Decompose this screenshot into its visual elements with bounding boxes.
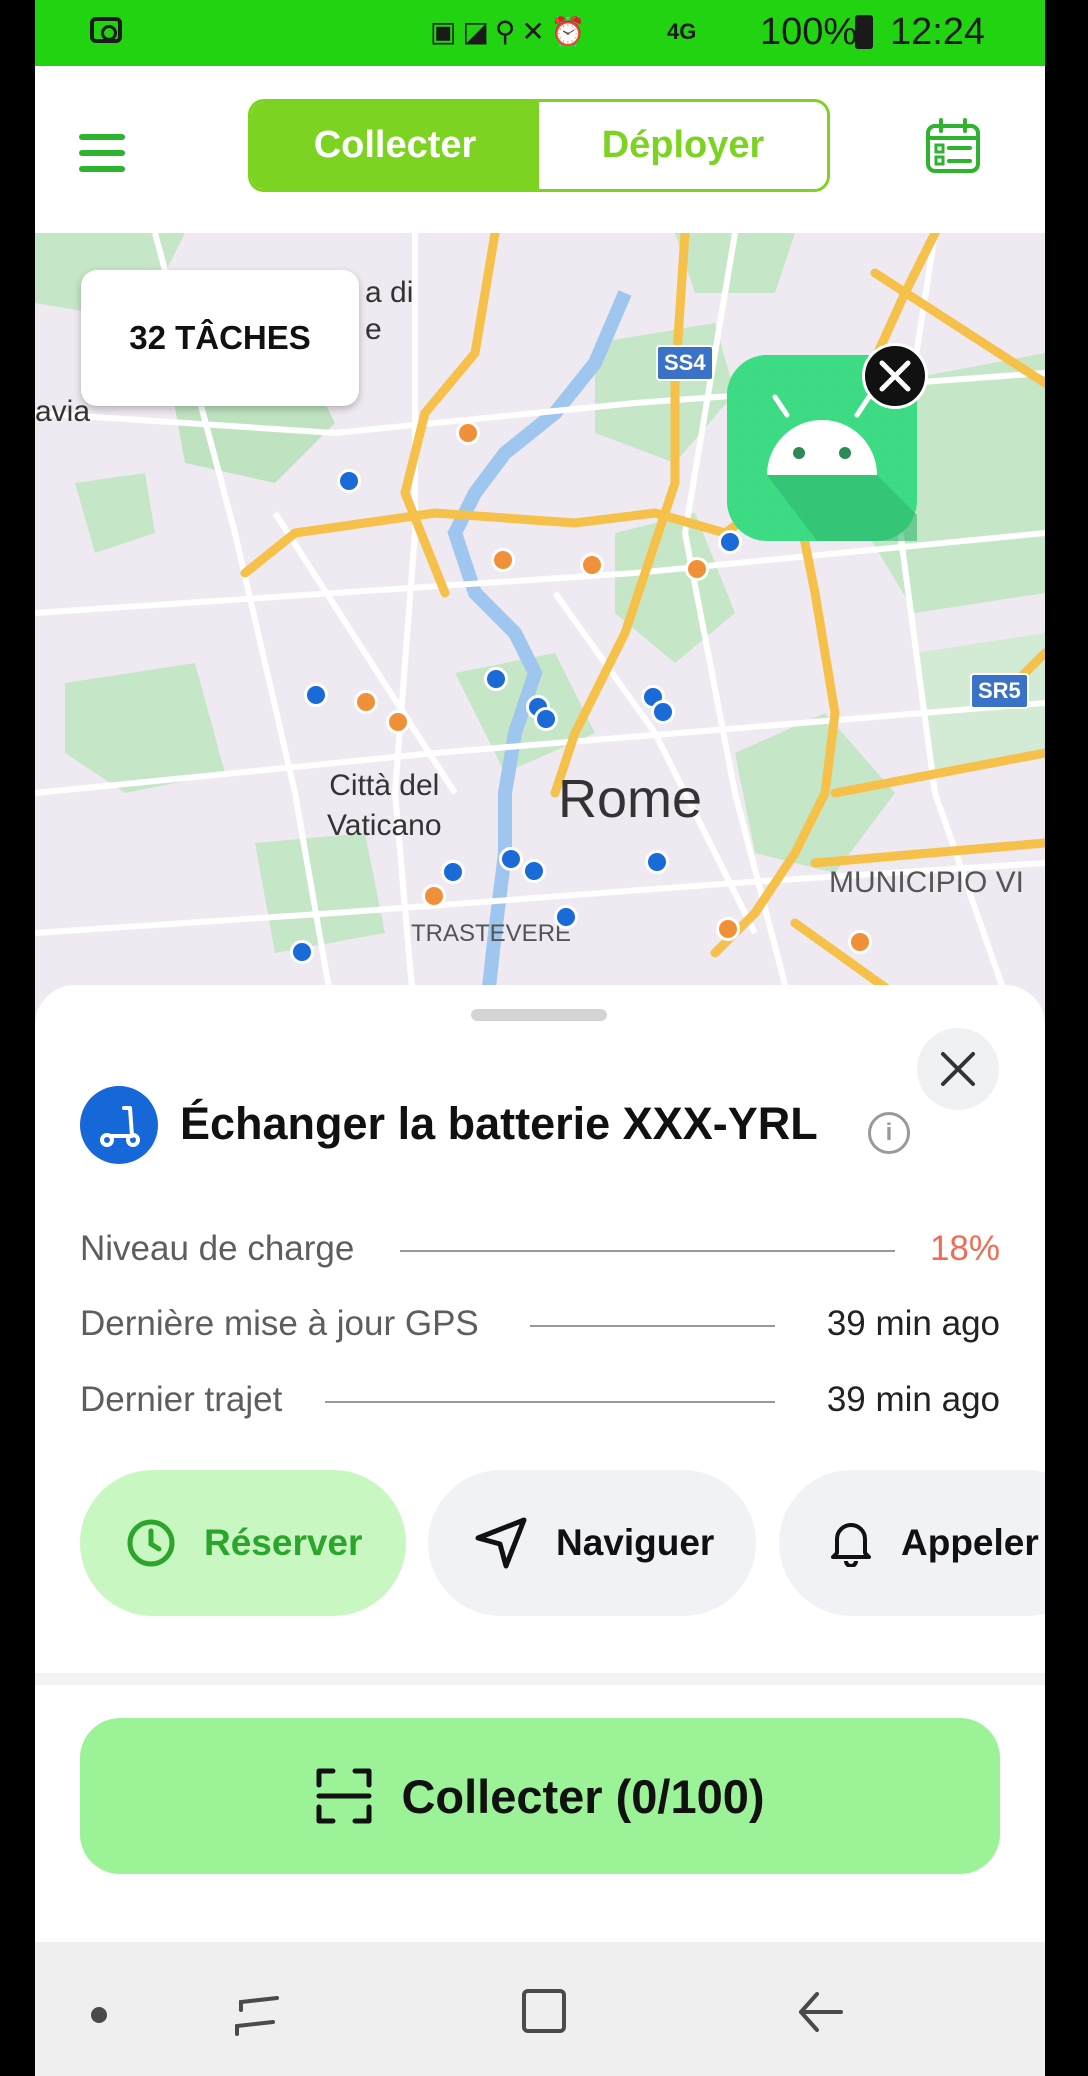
app-screen: ▣◪⚲✕⏰ 4G 100% 12:24 Collecter Déployer a…	[35, 0, 1045, 2076]
recent-apps-icon[interactable]	[233, 1994, 281, 2038]
task-marker[interactable]	[337, 469, 361, 493]
task-marker[interactable]	[304, 683, 328, 707]
info-row-label: Niveau de charge	[80, 1229, 355, 1268]
row-divider-line	[325, 1401, 775, 1403]
network-type: 4G	[667, 19, 697, 44]
task-marker[interactable]	[441, 860, 465, 884]
map-view[interactable]: a di e avia Città del Vaticano Rome TRAS…	[35, 233, 1045, 1023]
sheet-drag-handle[interactable]	[471, 1009, 607, 1021]
bell-icon	[831, 1523, 871, 1567]
close-sheet-button[interactable]	[917, 1028, 999, 1110]
info-row-label: Dernier trajet	[80, 1380, 283, 1419]
task-marker[interactable]	[554, 905, 578, 929]
map-label-municipio: MUNICIPIO VI	[829, 866, 1025, 899]
battery-level: 100%	[760, 11, 858, 53]
reserve-label: Réserver	[204, 1522, 363, 1563]
task-marker[interactable]	[580, 553, 604, 577]
charge-level-value: 18%	[929, 1229, 1000, 1268]
last-trip-value: 39 min ago	[826, 1380, 1000, 1419]
clock-icon	[127, 1519, 175, 1567]
clock: 12:24	[890, 11, 986, 53]
map-label-trastevere: TRASTEVERE	[411, 920, 572, 947]
task-marker[interactable]	[848, 930, 872, 954]
road-shield-ss4: SS4	[656, 345, 714, 381]
gps-update-value: 39 min ago	[826, 1304, 1000, 1343]
close-icon	[941, 1052, 975, 1086]
collect-label: Collecter (0/100)	[401, 1769, 765, 1823]
task-marker[interactable]	[499, 847, 523, 871]
task-marker[interactable]	[522, 859, 546, 883]
calendar-tasks-icon[interactable]	[925, 118, 981, 174]
mode-segmented-control: Collecter Déployer	[248, 99, 830, 192]
collect-button[interactable]: Collecter (0/100)	[80, 1718, 1000, 1874]
road-shield-sr5: SR5	[970, 673, 1029, 709]
task-marker[interactable]	[354, 690, 378, 714]
map-label-partial: a di	[365, 276, 414, 309]
map-label-vatican: Città del Vaticano	[327, 769, 442, 842]
section-divider	[35, 1673, 1045, 1685]
scan-icon	[316, 1768, 372, 1824]
menu-icon[interactable]	[79, 134, 125, 174]
close-icon	[879, 360, 911, 392]
system-nav-bar	[35, 1942, 1045, 2076]
task-marker[interactable]	[651, 700, 675, 724]
status-icons: ▣◪⚲✕⏰	[430, 16, 592, 47]
reserve-button[interactable]: Réserver	[80, 1470, 406, 1616]
map-label-partial: avia	[35, 395, 91, 428]
screenshot-icon	[90, 17, 122, 43]
map-label-city: Rome	[558, 769, 703, 829]
navigate-label: Naviguer	[556, 1522, 715, 1563]
call-label: Appeler	[901, 1522, 1039, 1563]
scooter-icon	[80, 1086, 158, 1164]
task-marker[interactable]	[685, 557, 709, 581]
tasks-count-badge: 32 TÂCHES	[81, 270, 359, 406]
back-icon[interactable]	[797, 1990, 845, 2034]
home-icon[interactable]	[522, 1989, 566, 2033]
battery-icon	[855, 15, 873, 49]
task-title: Échanger la batterie XXX-YRL	[180, 1098, 818, 1149]
info-row-charge: Niveau de charge 18%	[80, 1223, 1000, 1273]
row-divider-line	[400, 1250, 895, 1252]
task-marker[interactable]	[386, 710, 410, 734]
task-marker[interactable]	[484, 667, 508, 691]
task-marker[interactable]	[534, 707, 558, 731]
navigation-arrow-icon	[475, 1517, 527, 1569]
task-marker[interactable]	[716, 917, 740, 941]
call-button[interactable]: Appeler	[779, 1470, 1045, 1616]
status-bar: ▣◪⚲✕⏰ 4G 100% 12:24	[35, 0, 1045, 66]
info-row-label: Dernière mise à jour GPS	[80, 1304, 479, 1343]
task-bottom-sheet: Échanger la batterie XXX-YRL i Niveau de…	[35, 985, 1045, 1675]
navigate-button[interactable]: Naviguer	[428, 1470, 756, 1616]
task-marker[interactable]	[456, 421, 480, 445]
task-marker[interactable]	[491, 548, 515, 572]
row-divider-line	[530, 1325, 775, 1327]
task-marker[interactable]	[422, 884, 446, 908]
task-marker[interactable]	[290, 940, 314, 964]
close-bubble-button[interactable]	[862, 343, 928, 409]
tab-collect[interactable]: Collecter	[251, 102, 539, 189]
map-label-partial: e	[365, 313, 382, 346]
info-row-gps: Dernière mise à jour GPS 39 min ago	[80, 1298, 1000, 1348]
task-marker[interactable]	[645, 850, 669, 874]
assistant-dot-icon[interactable]	[91, 2007, 107, 2023]
info-icon[interactable]: i	[868, 1112, 910, 1154]
tab-deploy[interactable]: Déployer	[539, 102, 827, 189]
top-bar: Collecter Déployer	[35, 66, 1045, 228]
info-row-last-trip: Dernier trajet 39 min ago	[80, 1374, 1000, 1424]
